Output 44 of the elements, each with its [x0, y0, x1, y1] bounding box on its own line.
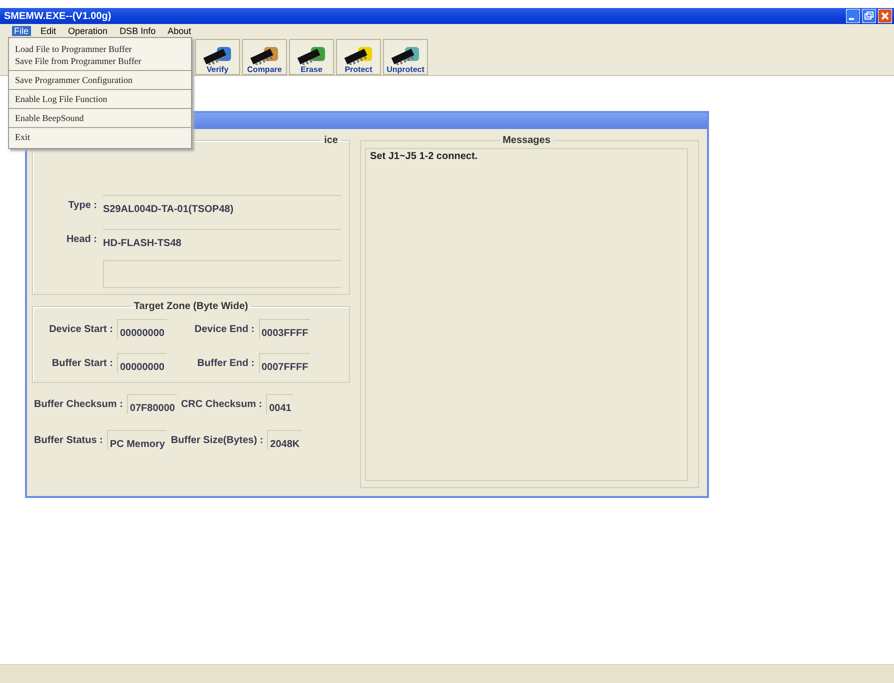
- field-value: 0007FFFF: [258, 353, 310, 373]
- menu-entry[interactable]: Save Programmer Configuration: [9, 74, 191, 86]
- toolbar-button[interactable]: Compare: [242, 39, 287, 75]
- field-label: Buffer Checksum :: [34, 398, 123, 410]
- menu-item[interactable]: File: [12, 26, 31, 36]
- field-label: Type :: [67, 200, 97, 210]
- field-value: 2048K: [267, 430, 302, 450]
- field-value: 00000000: [117, 353, 166, 373]
- group-title: Target Zone (Byte Wide): [132, 301, 250, 312]
- field-value: 07F80000: [126, 394, 177, 414]
- field-label: Head :: [65, 234, 97, 244]
- field-label: Buffer End :: [196, 358, 254, 368]
- close-icon[interactable]: [878, 9, 892, 23]
- field-value: 0003FFFF: [258, 319, 310, 339]
- menu-item[interactable]: Edit: [38, 26, 58, 36]
- menu-entry[interactable]: Exit: [9, 131, 191, 143]
- group-title: Messages: [502, 135, 552, 146]
- field-label: Buffer Start :: [50, 358, 113, 368]
- field-value: PC Memory: [106, 430, 167, 450]
- field-label: CRC Checksum :: [180, 398, 262, 410]
- menu-entry[interactable]: Enable BeepSound: [9, 112, 191, 124]
- field-label: Device Start :: [48, 324, 113, 334]
- menu-item[interactable]: Operation: [66, 26, 110, 36]
- toolbar-button[interactable]: Unprotect: [383, 39, 428, 75]
- toolbar-button[interactable]: Protect: [336, 39, 381, 75]
- menu-item[interactable]: About: [166, 26, 194, 36]
- message-text: Set J1~J5 1-2 connect.: [370, 151, 479, 162]
- menu-entry[interactable]: Load File to Programmer Buffer: [9, 43, 191, 55]
- field-label: Buffer Status :: [34, 434, 103, 446]
- field-value: 0041: [266, 394, 294, 414]
- group-title: ice: [323, 135, 339, 146]
- menu-entry[interactable]: Save File from Programmer Buffer: [9, 55, 191, 67]
- minimize-icon[interactable]: [846, 9, 860, 23]
- field-value: HD-FLASH-TS48: [103, 229, 341, 249]
- field-value: 00000000: [117, 319, 166, 339]
- toolbar-button[interactable]: Verify: [195, 39, 240, 75]
- window-title: SMEMW.EXE--(V1.00g): [4, 10, 112, 22]
- menu-item[interactable]: DSB Info: [118, 26, 158, 36]
- menu-entry[interactable]: Enable Log File Function: [9, 93, 191, 105]
- field-label: Device End :: [193, 324, 254, 334]
- field-value: S29AL004D-TA-01(TSOP48): [103, 195, 341, 215]
- field-label: Buffer Size(Bytes) :: [170, 434, 264, 446]
- toolbar-button[interactable]: Erase: [289, 39, 334, 75]
- restore-icon[interactable]: [862, 9, 876, 23]
